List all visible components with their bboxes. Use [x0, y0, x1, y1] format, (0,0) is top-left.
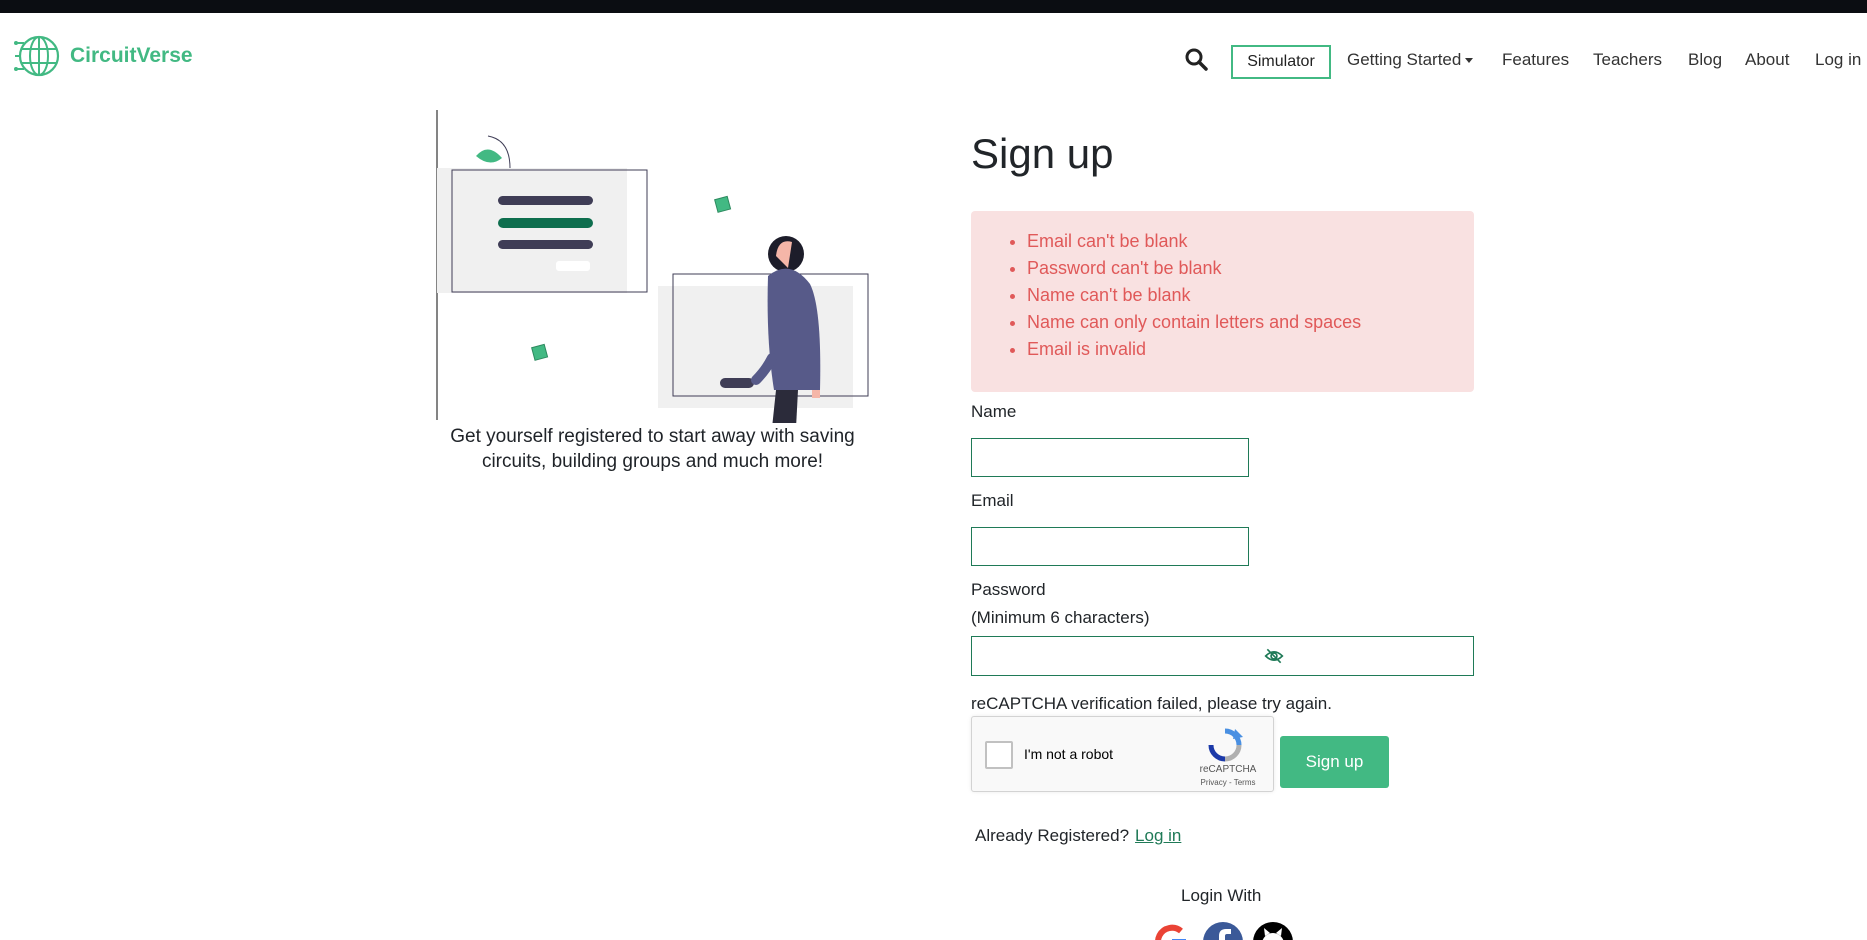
- login-with-heading: Login With: [1181, 886, 1262, 905]
- error-item: Email is invalid: [1027, 336, 1474, 363]
- nav-login-link[interactable]: Log in: [1815, 50, 1861, 70]
- password-field-wrapper: [971, 636, 1474, 676]
- error-item: Name can only contain letters and spaces: [1027, 309, 1474, 336]
- email-field[interactable]: [971, 527, 1249, 566]
- page-title: Sign up: [971, 130, 1114, 177]
- circuitverse-logo-icon: [14, 35, 60, 77]
- password-field[interactable]: [972, 637, 1473, 675]
- already-registered-text: Already Registered?: [975, 826, 1130, 845]
- recaptcha-label: I'm not a robot: [1024, 746, 1114, 762]
- signup-illustration: [436, 110, 869, 423]
- error-item: Email can't be blank: [1027, 228, 1474, 255]
- google-login-icon[interactable]: [1152, 922, 1192, 940]
- password-hint: (Minimum 6 characters): [971, 608, 1150, 627]
- caret-down-icon: [1465, 58, 1474, 64]
- email-label: Email: [971, 491, 1014, 510]
- password-label: Password: [971, 580, 1046, 599]
- nav-simulator-button[interactable]: Simulator: [1231, 45, 1331, 79]
- recaptcha-brand: reCAPTCHA: [1199, 764, 1257, 775]
- tagline-line-1: Get yourself registered to start away wi…: [450, 426, 855, 447]
- error-alert: Email can't be blank Password can't be b…: [971, 211, 1474, 392]
- search-icon[interactable]: [1184, 47, 1208, 71]
- login-link[interactable]: Log in: [1135, 826, 1181, 845]
- recaptcha-widget: I'm not a robot reCAPTCHA Privacy - Term…: [971, 716, 1274, 792]
- name-label: Name: [971, 402, 1017, 421]
- brand-name: CircuitVerse: [70, 44, 193, 67]
- nav-blog-link[interactable]: Blog: [1688, 50, 1722, 70]
- github-login-icon[interactable]: [1253, 922, 1293, 940]
- nav-getting-started-dropdown[interactable]: Getting Started: [1347, 50, 1474, 70]
- already-registered: Already Registered? Log in: [975, 826, 1181, 846]
- tagline-line-2: circuits, building groups and much more!: [481, 451, 824, 472]
- nav-about-link[interactable]: About: [1745, 50, 1789, 70]
- recaptcha-checkbox[interactable]: [985, 741, 1013, 769]
- name-field[interactable]: [971, 438, 1249, 477]
- signup-submit-button[interactable]: Sign up: [1280, 736, 1389, 788]
- nav-features-link[interactable]: Features: [1502, 50, 1569, 70]
- navbar: CircuitVerse Simulator Getting Started F…: [0, 13, 1867, 103]
- browser-top-strip: [0, 0, 1867, 13]
- signup-tagline: Get yourself registered to start away wi…: [410, 424, 895, 474]
- error-item: Password can't be blank: [1027, 255, 1474, 282]
- captcha-error-message: reCAPTCHA verification failed, please tr…: [971, 694, 1332, 713]
- brand-logo-link[interactable]: CircuitVerse: [14, 31, 193, 81]
- facebook-login-icon[interactable]: [1203, 922, 1243, 940]
- nav-teachers-link[interactable]: Teachers: [1593, 50, 1662, 70]
- nav-getting-started-label: Getting Started: [1347, 50, 1462, 69]
- error-list: Email can't be blank Password can't be b…: [1027, 228, 1474, 363]
- eye-slash-icon[interactable]: [1264, 647, 1284, 665]
- recaptcha-logo-icon: [1208, 728, 1243, 762]
- error-item: Name can't be blank: [1027, 282, 1474, 309]
- recaptcha-terms[interactable]: Privacy - Terms: [1186, 778, 1270, 787]
